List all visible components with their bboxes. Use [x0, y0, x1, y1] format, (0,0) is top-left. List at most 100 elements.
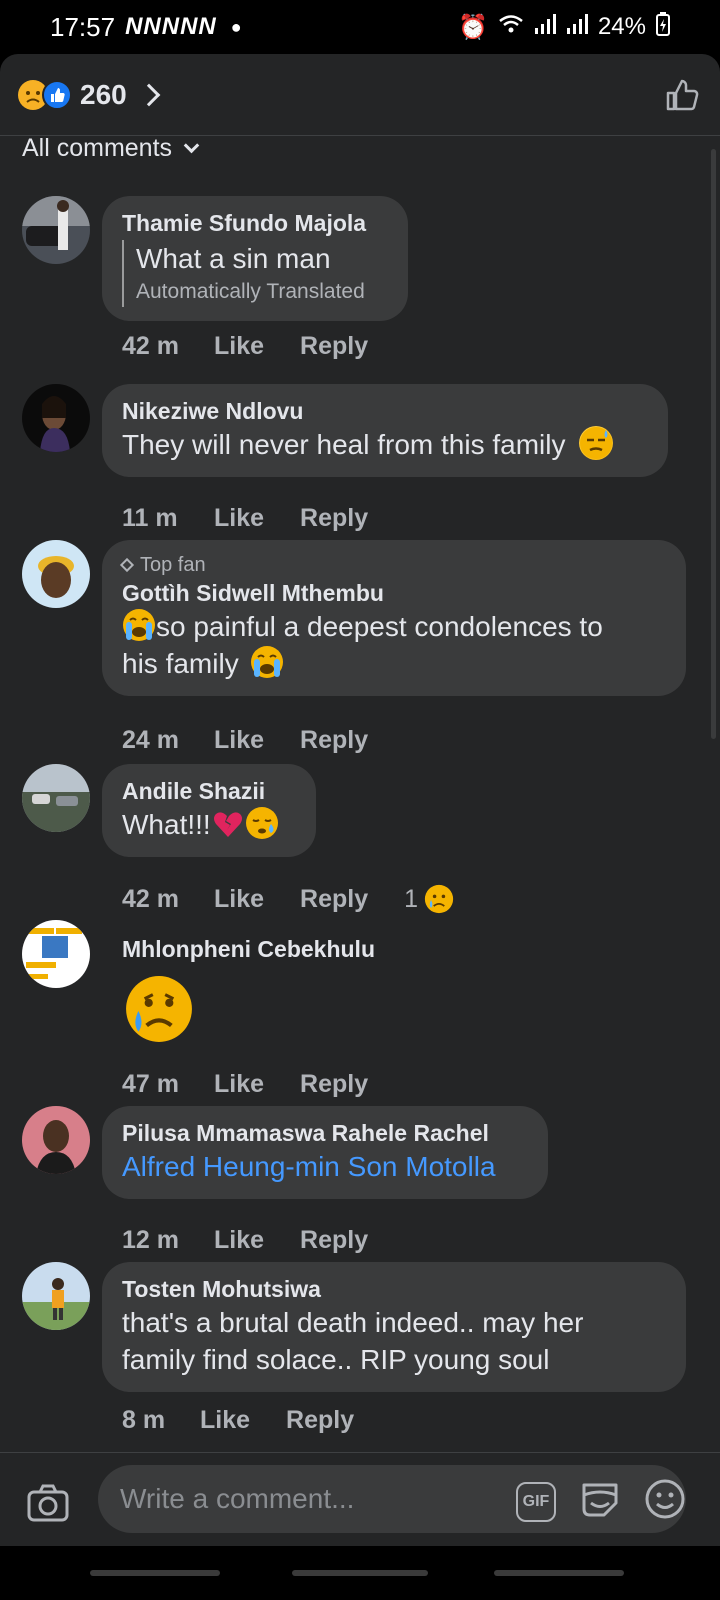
reply-button[interactable]: Reply	[300, 332, 368, 361]
top-fan-badge: Top fan	[119, 552, 666, 578]
broken-heart-emoji-icon	[211, 808, 245, 842]
comment-text-line2: his family	[122, 648, 239, 679]
avatar[interactable]	[22, 920, 90, 988]
comment-filter-dropdown[interactable]: All comments	[22, 134, 200, 163]
chevron-right-icon[interactable]	[137, 83, 161, 106]
comment-actions: 24 m Like Reply	[122, 726, 404, 755]
comment-time: 24 m	[122, 726, 179, 754]
comment-author[interactable]: Thamie Sfundo Majola	[122, 208, 388, 238]
badge-label: Top fan	[140, 554, 206, 576]
comment-text-line1: so painful a deepest condolences to	[156, 611, 603, 642]
avatar[interactable]	[22, 1106, 90, 1174]
comment-text-row: They will never heal from this family	[122, 426, 648, 463]
comment-time: 12 m	[122, 1226, 179, 1254]
like-reaction-icon	[42, 79, 72, 110]
comment-bubble[interactable]: Nikeziwe Ndlovu They will never heal fro…	[102, 384, 668, 477]
crying-face-emoji-icon[interactable]	[124, 974, 194, 1049]
sleepy-emoji-icon	[245, 806, 279, 840]
scrollbar[interactable]	[711, 149, 716, 739]
like-comment-button[interactable]: Like	[200, 1406, 250, 1435]
comment-bubble[interactable]: Andile Shazii What!!!	[102, 764, 316, 857]
home-nav-button[interactable]	[292, 1570, 428, 1576]
avatar[interactable]	[22, 384, 90, 452]
comment-bubble[interactable]: Pilusa Mmamaswa Rahele Rachel Alfred Heu…	[102, 1106, 548, 1199]
loudly-crying-emoji-icon	[122, 608, 156, 642]
reply-button[interactable]: Reply	[286, 1406, 354, 1435]
notification-icons: NNNNN	[125, 13, 217, 40]
avatar[interactable]	[22, 196, 90, 264]
comment-bubble[interactable]: Thamie Sfundo Majola What a sin man Auto…	[102, 196, 408, 321]
comments-sheet: 260 All comments Thamie Sfundo Majola Wh…	[0, 54, 720, 1600]
avatar[interactable]	[22, 764, 90, 832]
comment-time: 47 m	[122, 1070, 179, 1098]
comment-reaction-count: 1	[404, 884, 419, 913]
comment-text-line2: family find solace.. RIP young soul	[122, 1344, 550, 1375]
chevron-down-icon	[183, 137, 200, 154]
avatar[interactable]	[22, 540, 90, 608]
comment-time: 42 m	[122, 332, 179, 360]
comment-actions: 11 m Like Reply	[122, 504, 404, 533]
battery-charging-icon	[656, 11, 670, 43]
camera-icon[interactable]	[26, 1481, 70, 1525]
signal-icon-2	[566, 13, 588, 41]
comment-text: What!!!	[122, 809, 211, 840]
filter-label: All comments	[22, 134, 173, 162]
loudly-crying-emoji-icon	[250, 645, 284, 679]
like-comment-button[interactable]: Like	[214, 726, 264, 755]
comment-bubble[interactable]: Top fan Gottìh Sidwell Mthembu so painfu…	[102, 540, 686, 696]
translation-note[interactable]: Automatically Translated	[136, 277, 388, 307]
reply-button[interactable]: Reply	[300, 726, 368, 755]
status-bar: 17:57 NNNNN ● ⏰ 24%	[0, 0, 720, 54]
composer-icons: GIF	[516, 1477, 686, 1526]
wifi-icon	[498, 13, 524, 42]
top-fan-diamond-icon	[119, 557, 135, 573]
more-notifications-dot-icon: ●	[230, 16, 242, 37]
comment-author[interactable]: Andile Shazii	[122, 776, 296, 806]
reaction-count: 260	[80, 78, 127, 110]
downcast-sweat-emoji-icon	[579, 426, 614, 460]
comment-author[interactable]: Pilusa Mmamaswa Rahele Rachel	[122, 1118, 528, 1148]
like-post-button[interactable]	[662, 75, 702, 115]
comment-text: They will never heal from this family	[122, 429, 566, 460]
comment-text-line1: that's a brutal death indeed.. may her	[122, 1307, 584, 1338]
comment-text-row-2: his family	[122, 645, 666, 682]
battery-percent: 24%	[597, 13, 646, 40]
like-comment-button[interactable]: Like	[214, 1226, 264, 1255]
comment-author[interactable]: Nikeziwe Ndlovu	[122, 396, 648, 426]
system-nav-bar	[0, 1546, 720, 1600]
sticker-icon[interactable]	[578, 1477, 622, 1526]
sad-reaction-icon	[424, 884, 454, 914]
emoji-icon[interactable]	[644, 1478, 686, 1525]
comment-actions: 12 m Like Reply	[122, 1226, 404, 1255]
avatar[interactable]	[22, 1262, 90, 1330]
comment-text: What a sin man	[136, 243, 331, 274]
comment-input-placeholder: Write a comment...	[120, 1483, 355, 1514]
back-nav-button[interactable]	[494, 1570, 624, 1576]
reply-button[interactable]: Reply	[300, 1226, 368, 1255]
comment-author[interactable]: Tosten Mohutsiwa	[122, 1274, 666, 1304]
comment-time: 42 m	[122, 884, 179, 913]
comment-text-row: so painful a deepest condolences to	[122, 608, 666, 645]
comment-text-row: What!!!	[122, 806, 296, 843]
mentioned-user-link[interactable]: Alfred Heung-min Son Motolla	[122, 1148, 528, 1185]
like-comment-button[interactable]: Like	[214, 332, 264, 361]
like-comment-button[interactable]: Like	[214, 885, 264, 914]
reaction-icons	[18, 79, 72, 110]
comment-actions: 42 m Like Reply 1	[122, 884, 454, 914]
recents-nav-button[interactable]	[90, 1570, 220, 1576]
reply-button[interactable]: Reply	[300, 885, 368, 914]
comment-author[interactable]: Gottìh Sidwell Mthembu	[122, 578, 666, 608]
comment-author[interactable]: Mhlonpheni Cebekhulu	[122, 934, 375, 964]
reply-button[interactable]: Reply	[300, 1070, 368, 1099]
comment-time: 11 m	[122, 504, 178, 532]
reply-button[interactable]: Reply	[300, 504, 368, 533]
comment-actions: 47 m Like Reply	[122, 1070, 404, 1099]
comment-bubble[interactable]: Tosten Mohutsiwa that's a brutal death i…	[102, 1262, 686, 1392]
comment-reactions[interactable]: 1	[404, 884, 454, 914]
like-comment-button[interactable]: Like	[214, 504, 264, 533]
translated-block: What a sin man Automatically Translated	[122, 240, 388, 307]
gif-button[interactable]: GIF	[516, 1481, 556, 1522]
reactions-header[interactable]: 260	[0, 54, 720, 136]
like-comment-button[interactable]: Like	[214, 1070, 264, 1099]
thumbs-up-icon	[666, 79, 699, 110]
